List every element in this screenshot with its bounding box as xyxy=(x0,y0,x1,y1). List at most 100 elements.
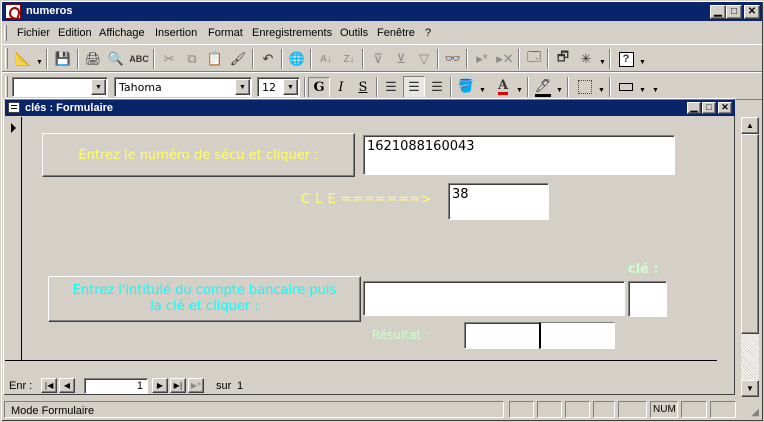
font-color-dropdown-arrow[interactable]: ▼ xyxy=(516,87,523,94)
current-record-field[interactable]: 1 xyxy=(84,378,148,394)
special-effect-dropdown-arrow[interactable]: ▼ xyxy=(639,87,646,94)
resize-grip[interactable]: ◢ xyxy=(742,401,760,418)
status-panel xyxy=(593,401,615,418)
chevron-down-icon[interactable]: ▼ xyxy=(91,79,106,95)
cut-button[interactable]: ✂ xyxy=(158,48,180,70)
align-right-button[interactable]: ☰ xyxy=(426,76,448,98)
line-width-button[interactable] xyxy=(574,76,596,98)
new-record-nav-button[interactable]: ▶* xyxy=(188,378,204,393)
line-color-dropdown-arrow[interactable]: ▼ xyxy=(556,87,563,94)
maximize-button[interactable]: □ xyxy=(726,5,742,19)
filter-by-selection-button[interactable]: ⊽ xyxy=(367,48,389,70)
chevron-down-icon[interactable]: ▼ xyxy=(283,79,298,95)
paste-button[interactable]: 📋 xyxy=(204,48,226,70)
account-submit-button[interactable]: Entrez l'intitulé du compte bancaire pui… xyxy=(48,276,361,322)
result-field-left[interactable] xyxy=(464,322,540,349)
menu-edition[interactable]: Edition xyxy=(58,27,92,39)
italic-button[interactable]: I xyxy=(330,77,352,98)
record-selector[interactable] xyxy=(5,117,22,360)
form-maximize-button[interactable]: □ xyxy=(702,102,716,114)
menu-insertion[interactable]: Insertion xyxy=(155,27,197,39)
total-records-value: 1 xyxy=(237,380,244,392)
new-object-dropdown-arrow[interactable]: ▼ xyxy=(599,59,606,66)
menu-enregistrements[interactable]: Enregistrements xyxy=(252,27,332,39)
properties-button[interactable]: 🗔 xyxy=(523,48,545,70)
scroll-thumb[interactable] xyxy=(741,134,759,334)
new-record-button[interactable]: ▸* xyxy=(471,48,493,70)
line-color-button[interactable]: 🖊 xyxy=(532,76,554,98)
account-name-field[interactable] xyxy=(363,281,625,316)
delete-record-button[interactable]: ▸✕ xyxy=(494,48,516,70)
font-color-icon: A xyxy=(497,78,509,95)
toolbar-grip[interactable] xyxy=(5,76,8,97)
view-dropdown-arrow[interactable]: ▼ xyxy=(36,59,43,66)
find-button[interactable]: 👓 xyxy=(442,48,464,70)
record-label: Enr : xyxy=(9,380,33,392)
filter-by-form-button[interactable]: ⊻ xyxy=(390,48,412,70)
toolbar-options-arrow[interactable]: ▼ xyxy=(652,87,659,94)
line-width-dropdown-arrow[interactable]: ▼ xyxy=(598,87,605,94)
last-record-button[interactable]: ▶| xyxy=(170,378,186,393)
scroll-up-button[interactable]: ▲ xyxy=(741,117,759,134)
secu-number-field[interactable]: 1621088160043 xyxy=(363,135,675,175)
align-left-button[interactable]: ☰ xyxy=(380,76,402,98)
status-panel xyxy=(618,401,647,418)
fill-color-dropdown-arrow[interactable]: ▼ xyxy=(479,87,486,94)
title-bar[interactable]: numeros ▁ □ ✕ xyxy=(2,2,762,21)
preview-icon: 🔍 xyxy=(107,51,125,66)
menu-affichage[interactable]: Affichage xyxy=(99,27,145,39)
underline-button[interactable]: S xyxy=(352,77,374,98)
sort-descending-button[interactable]: Z↓ xyxy=(338,48,360,70)
view-button[interactable]: 📐 xyxy=(12,48,34,70)
form-close-button[interactable]: ✕ xyxy=(718,102,732,114)
secu-submit-button[interactable]: Entrez le numéro de sécu et cliquer : xyxy=(42,133,355,177)
fill-color-button[interactable]: 🪣 xyxy=(455,76,477,98)
close-button[interactable]: ✕ xyxy=(744,5,760,19)
new-object-button[interactable]: ✳ xyxy=(575,48,597,70)
toolbar-grip[interactable] xyxy=(5,48,8,69)
apply-filter-button[interactable]: ▽ xyxy=(413,48,435,70)
form-icon[interactable] xyxy=(8,102,20,113)
menu-grip[interactable] xyxy=(4,25,7,41)
form-minimize-button[interactable]: ▁ xyxy=(687,102,701,114)
close-icon: ✕ xyxy=(747,6,757,17)
print-button[interactable]: 🖨 xyxy=(82,48,104,70)
minimize-button[interactable]: ▁ xyxy=(710,5,726,19)
help-button[interactable]: ? xyxy=(615,48,637,70)
font-size-combo[interactable]: 12 ▼ xyxy=(257,77,300,97)
bold-button[interactable]: G xyxy=(308,77,330,98)
delete-record-icon: ▸✕ xyxy=(496,51,514,66)
first-record-button[interactable]: |◀ xyxy=(41,378,57,393)
align-center-button[interactable]: ☰ xyxy=(403,76,425,98)
print-preview-button[interactable]: 🔍 xyxy=(105,48,127,70)
help-dropdown-arrow[interactable]: ▼ xyxy=(639,59,646,66)
next-record-button[interactable]: ▶ xyxy=(152,378,168,393)
account-cle-field[interactable] xyxy=(628,281,667,317)
result-field-right[interactable] xyxy=(539,322,615,349)
menu-format[interactable]: Format xyxy=(208,27,243,39)
font-name-combo[interactable]: Tahoma ▼ xyxy=(114,77,252,97)
save-button[interactable]: 💾 xyxy=(52,48,74,70)
chevron-down-icon[interactable]: ▼ xyxy=(235,79,250,95)
menu-fenetre[interactable]: Fenêtre xyxy=(377,27,415,39)
database-window-button[interactable]: 🗗 xyxy=(552,48,574,70)
spelling-button[interactable]: ABC xyxy=(128,48,150,70)
cle-field[interactable]: 38 xyxy=(448,183,549,220)
scroll-down-button[interactable]: ▼ xyxy=(741,380,759,397)
copy-button[interactable]: ⧉ xyxy=(181,48,203,70)
undo-button[interactable]: ↶ xyxy=(257,48,279,70)
vertical-scrollbar[interactable]: ▲ ▼ xyxy=(741,117,759,397)
special-effect-button[interactable] xyxy=(615,76,637,98)
format-painter-button[interactable]: 🖌 xyxy=(227,48,249,70)
result-label: Résultat : xyxy=(372,328,429,342)
menu-outils[interactable]: Outils xyxy=(340,27,368,39)
menu-help[interactable]: ? xyxy=(425,27,431,39)
form-title-bar[interactable]: clés : Formulaire ▁ □ ✕ xyxy=(5,100,735,116)
previous-record-button[interactable]: ◀ xyxy=(59,378,75,393)
access-app-icon[interactable] xyxy=(5,4,21,19)
hyperlink-button[interactable]: 🌐 xyxy=(286,48,308,70)
object-combo[interactable]: ▼ xyxy=(12,77,108,97)
sort-ascending-button[interactable]: A↓ xyxy=(315,48,337,70)
menu-fichier[interactable]: Fichier xyxy=(17,27,50,39)
font-color-button[interactable]: A xyxy=(492,76,514,98)
